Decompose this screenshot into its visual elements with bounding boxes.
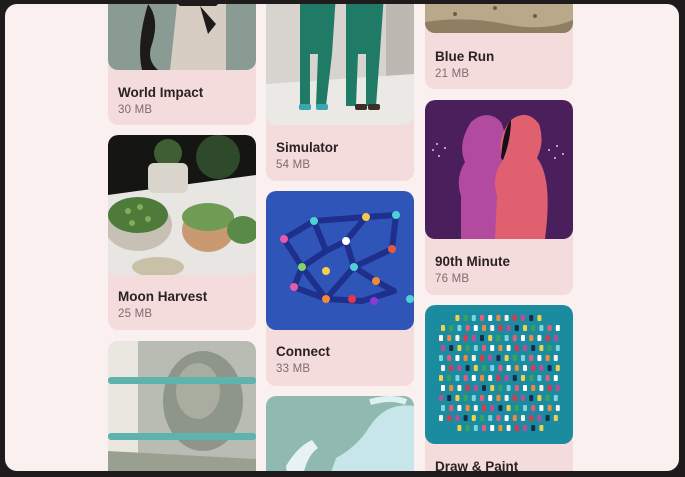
gloved-hands-photo [266, 396, 414, 471]
app-thumbnail [266, 4, 414, 125]
two-silhouettes-illustration [425, 100, 573, 239]
network-nodes-illustration [266, 191, 414, 330]
app-thumbnail [108, 341, 256, 471]
succulent-plants-photo [108, 135, 256, 275]
app-card-blue-run[interactable]: Blue Run 21 MB [425, 4, 573, 89]
app-title: World Impact [118, 85, 204, 100]
app-title: Moon Harvest [118, 289, 208, 304]
surgeons-walking-photo [266, 4, 414, 125]
app-title: Simulator [276, 140, 339, 155]
app-title: Blue Run [435, 49, 495, 64]
app-card-draw-paint[interactable]: Draw & Paint [425, 305, 573, 471]
banknote-stack-photo [108, 341, 256, 471]
woman-portrait-illustration [108, 4, 256, 70]
app-size: 76 MB [435, 273, 470, 285]
app-thumbnail [108, 4, 256, 70]
app-thumbnail [266, 191, 414, 330]
app-size: 54 MB [276, 159, 311, 171]
app-card-simulator[interactable]: Simulator 54 MB [266, 4, 414, 181]
dry-field-photo [425, 4, 573, 33]
app-thumbnail [425, 4, 573, 33]
app-thumbnail [266, 396, 414, 471]
app-card-world-impact[interactable]: World Impact 30 MB [108, 4, 256, 125]
app-title: Draw & Paint [435, 459, 519, 471]
app-grid-screen: World Impact 30 MB Moon Harvest 25 MB Si… [5, 4, 679, 471]
app-title: 90th Minute [435, 254, 511, 269]
paint-dabs-illustration [425, 305, 573, 444]
app-size: 21 MB [435, 68, 470, 80]
app-thumbnail [108, 135, 256, 275]
app-card-banknote[interactable] [108, 341, 256, 471]
app-card-moon-harvest[interactable]: Moon Harvest 25 MB [108, 135, 256, 330]
app-size: 30 MB [118, 104, 153, 116]
app-card-connect[interactable]: Connect 33 MB [266, 191, 414, 386]
app-size: 33 MB [276, 363, 311, 375]
app-size: 25 MB [118, 308, 153, 320]
app-title: Connect [276, 344, 330, 359]
app-card-90th-minute[interactable]: 90th Minute 76 MB [425, 100, 573, 295]
app-card-gloves[interactable] [266, 396, 414, 471]
app-thumbnail [425, 305, 573, 444]
app-thumbnail [425, 100, 573, 239]
